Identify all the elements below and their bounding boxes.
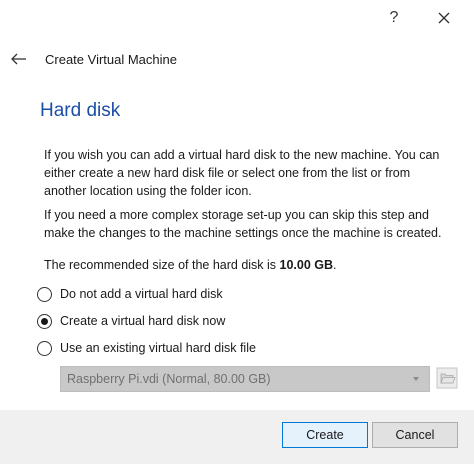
option-no-disk[interactable]: Do not add a virtual hard disk bbox=[37, 285, 223, 303]
radio-create-disk[interactable] bbox=[37, 313, 52, 329]
intro-paragraph: If you wish you can add a virtual hard d… bbox=[44, 148, 440, 198]
page-title: Hard disk bbox=[40, 100, 121, 121]
back-arrow-icon bbox=[11, 53, 26, 65]
option-create-disk-label: Create a virtual hard disk now bbox=[60, 314, 226, 328]
recommended-size-text: The recommended size of the hard disk is… bbox=[44, 256, 454, 274]
help-button[interactable]: ? bbox=[384, 8, 404, 28]
option-existing-disk-label: Use an existing virtual hard disk file bbox=[60, 341, 256, 355]
storage-paragraph: If you need a more complex storage set-u… bbox=[44, 208, 442, 240]
wizard-title: Create Virtual Machine bbox=[45, 52, 177, 67]
close-button[interactable] bbox=[434, 8, 454, 28]
existing-disk-value: Raspberry Pi.vdi (Normal, 80.00 GB) bbox=[67, 372, 271, 386]
recommended-size-suffix: . bbox=[333, 258, 337, 272]
radio-no-disk[interactable] bbox=[37, 286, 52, 302]
existing-disk-select[interactable]: Raspberry Pi.vdi (Normal, 80.00 GB) bbox=[60, 366, 430, 392]
cancel-button[interactable]: Cancel bbox=[372, 422, 458, 448]
hard-disk-page: Hard disk If you wish you can add a virt… bbox=[22, 84, 458, 410]
option-no-disk-label: Do not add a virtual hard disk bbox=[60, 287, 223, 301]
button-bar: Create Cancel bbox=[0, 410, 474, 464]
create-button[interactable]: Create bbox=[282, 422, 368, 448]
wizard-header: Create Virtual Machine bbox=[0, 36, 474, 84]
recommended-size-value: 10.00 GB bbox=[279, 258, 334, 272]
choose-disk-folder-button[interactable] bbox=[436, 367, 458, 389]
option-create-disk[interactable]: Create a virtual hard disk now bbox=[37, 312, 225, 330]
close-icon bbox=[438, 12, 450, 24]
back-button[interactable] bbox=[10, 52, 28, 66]
radio-existing-disk[interactable] bbox=[37, 340, 52, 356]
option-existing-disk[interactable]: Use an existing virtual hard disk file bbox=[37, 339, 256, 357]
folder-icon bbox=[436, 367, 458, 389]
recommended-size-prefix: The recommended size of the hard disk is bbox=[44, 258, 280, 272]
chevron-down-icon bbox=[413, 377, 419, 381]
title-bar: ? bbox=[0, 0, 474, 36]
